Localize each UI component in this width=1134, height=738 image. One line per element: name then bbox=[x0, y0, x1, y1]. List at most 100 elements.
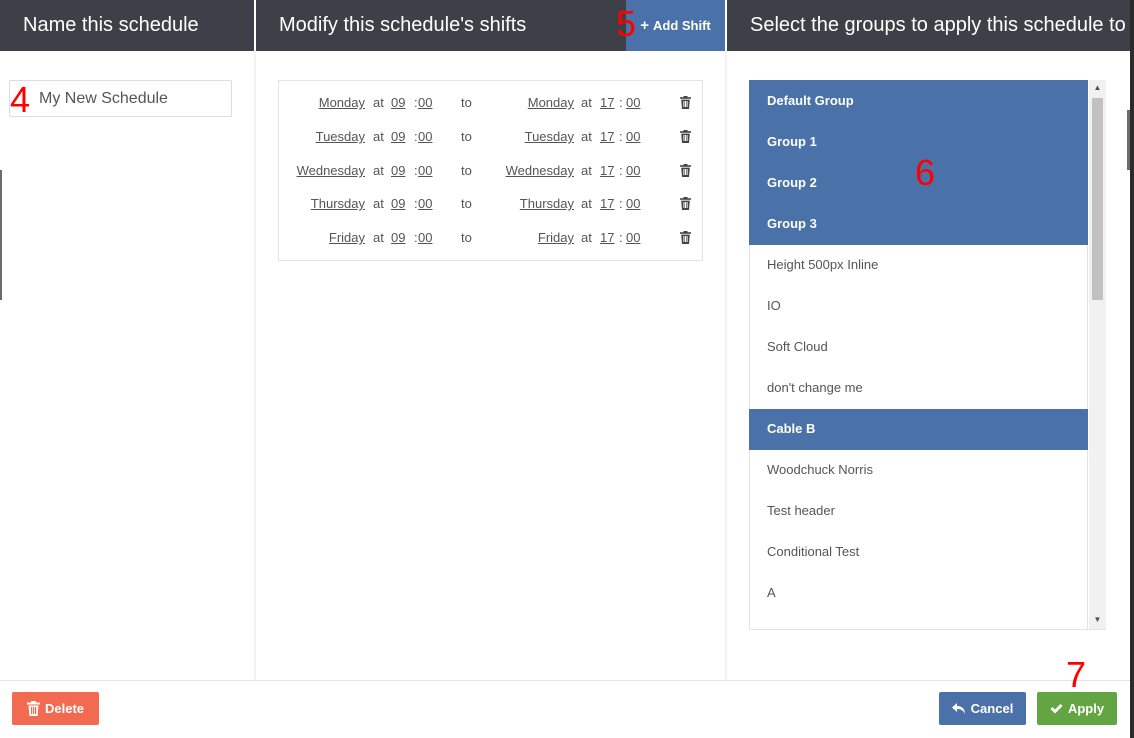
shift-to-label: to bbox=[461, 230, 472, 245]
shift-start-minute[interactable]: 00 bbox=[418, 230, 432, 245]
shift-at-label: at bbox=[373, 196, 384, 211]
shift-end-hour[interactable]: 17 bbox=[600, 95, 614, 110]
shift-to-label: to bbox=[461, 163, 472, 178]
shift-end-hour[interactable]: 17 bbox=[600, 196, 614, 211]
group-label: Group 2 bbox=[767, 175, 817, 190]
check-icon bbox=[1050, 703, 1063, 713]
shift-end-minute[interactable]: 00 bbox=[626, 129, 640, 144]
group-label: A bbox=[767, 585, 776, 600]
group-label: Soft Cloud bbox=[767, 339, 828, 354]
caret-up-icon[interactable]: ▲ bbox=[1089, 81, 1106, 95]
trash-icon[interactable] bbox=[680, 130, 691, 143]
group-list-item[interactable]: A bbox=[749, 573, 1088, 615]
add-shift-button[interactable]: + Add Shift bbox=[626, 0, 725, 51]
shift-start-minute[interactable]: 00 bbox=[418, 95, 432, 110]
step-annotation-7: 7 bbox=[1066, 654, 1087, 695]
cancel-button[interactable]: Cancel bbox=[939, 692, 1026, 725]
delete-label: Delete bbox=[44, 701, 85, 716]
apply-label: Apply bbox=[1067, 701, 1105, 716]
time-separator: : bbox=[619, 196, 623, 211]
group-label: don't change me bbox=[767, 380, 863, 395]
shift-to-label: to bbox=[461, 95, 472, 110]
shift-start-hour[interactable]: 09 bbox=[391, 196, 405, 211]
shift-end-minute[interactable]: 00 bbox=[626, 230, 640, 245]
group-list-item[interactable] bbox=[749, 614, 1088, 629]
trash-icon[interactable] bbox=[680, 197, 691, 210]
group-list-item[interactable]: Woodchuck Norris bbox=[749, 450, 1088, 492]
group-label: Height 500px Inline bbox=[767, 257, 879, 272]
shift-start-hour[interactable]: 09 bbox=[391, 129, 405, 144]
schedule-name-input[interactable] bbox=[9, 80, 232, 117]
undo-icon bbox=[951, 702, 965, 714]
shift-end-hour[interactable]: 17 bbox=[600, 163, 614, 178]
shift-start-minute[interactable]: 00 bbox=[418, 129, 432, 144]
group-list-item[interactable]: Default Group bbox=[749, 80, 1088, 122]
shift-at-label: at bbox=[373, 95, 384, 110]
group-label: IO bbox=[767, 298, 781, 313]
delete-button[interactable]: Delete bbox=[12, 692, 99, 725]
shift-row: Friday at 09:00 to Friday at 17:00 bbox=[279, 230, 702, 250]
shift-end-minute[interactable]: 00 bbox=[626, 95, 640, 110]
shift-start-day[interactable]: Friday bbox=[329, 230, 365, 245]
group-list-item[interactable]: Conditional Test bbox=[749, 532, 1088, 574]
name-column-header: Name this schedule bbox=[0, 0, 254, 51]
shift-end-minute[interactable]: 00 bbox=[626, 163, 640, 178]
shift-start-hour[interactable]: 09 bbox=[391, 95, 405, 110]
shift-start-hour[interactable]: 09 bbox=[391, 230, 405, 245]
group-list-item[interactable]: don't change me bbox=[749, 368, 1088, 410]
shift-to-label: to bbox=[461, 196, 472, 211]
shift-at-label: at bbox=[581, 196, 592, 211]
groups-column-title: Select the groups to apply this schedule… bbox=[750, 14, 1126, 36]
shift-at-label: at bbox=[373, 163, 384, 178]
group-label: Test header bbox=[767, 503, 835, 518]
group-list-item[interactable]: Soft Cloud bbox=[749, 327, 1088, 369]
shift-at-label: at bbox=[373, 129, 384, 144]
trash-icon bbox=[26, 701, 40, 716]
trash-icon[interactable] bbox=[680, 96, 691, 109]
shift-end-day[interactable]: Monday bbox=[528, 95, 574, 110]
group-list-item[interactable]: Height 500px Inline bbox=[749, 245, 1088, 287]
shift-start-minute[interactable]: 00 bbox=[418, 196, 432, 211]
group-list-item[interactable]: Test header bbox=[749, 491, 1088, 533]
shift-end-day[interactable]: Friday bbox=[538, 230, 574, 245]
shift-end-hour[interactable]: 17 bbox=[600, 129, 614, 144]
trash-icon[interactable] bbox=[680, 164, 691, 177]
groups-scrollbar-thumb[interactable] bbox=[1092, 98, 1103, 300]
group-label: Woodchuck Norris bbox=[767, 462, 873, 477]
shift-start-day[interactable]: Wednesday bbox=[297, 163, 365, 178]
shift-row: Wednesday at 09:00 to Wednesday at 17:00 bbox=[279, 163, 702, 183]
shift-at-label: at bbox=[581, 230, 592, 245]
group-label: Cable B bbox=[767, 421, 816, 436]
group-list-item[interactable]: Cable B bbox=[749, 409, 1088, 451]
group-list-item[interactable]: IO bbox=[749, 286, 1088, 328]
time-separator: : bbox=[619, 230, 623, 245]
shift-start-day[interactable]: Tuesday bbox=[316, 129, 365, 144]
shift-end-minute[interactable]: 00 bbox=[626, 196, 640, 211]
group-label: Group 3 bbox=[767, 216, 817, 231]
shift-end-day[interactable]: Tuesday bbox=[525, 129, 574, 144]
caret-down-icon[interactable]: ▼ bbox=[1089, 613, 1106, 627]
shift-start-minute[interactable]: 00 bbox=[418, 163, 432, 178]
shift-at-label: at bbox=[373, 230, 384, 245]
shift-at-label: at bbox=[581, 163, 592, 178]
group-label: Group 1 bbox=[767, 134, 817, 149]
group-list-item[interactable]: Group 3 bbox=[749, 204, 1088, 246]
plus-icon: + bbox=[640, 17, 649, 34]
apply-button[interactable]: Apply bbox=[1037, 692, 1117, 725]
groups-column-header: Select the groups to apply this schedule… bbox=[727, 0, 1130, 51]
trash-icon[interactable] bbox=[680, 231, 691, 244]
shift-start-hour[interactable]: 09 bbox=[391, 163, 405, 178]
shift-end-day[interactable]: Wednesday bbox=[506, 163, 574, 178]
shift-row: Thursday at 09:00 to Thursday at 17:00 bbox=[279, 196, 702, 216]
shifts-list: Monday at 09:00 to Monday at 17:00 Tuesday at 09:… bbox=[278, 80, 703, 261]
shift-start-day[interactable]: Monday bbox=[319, 95, 365, 110]
shift-at-label: at bbox=[581, 129, 592, 144]
group-label: Conditional Test bbox=[767, 544, 860, 559]
time-separator: : bbox=[619, 129, 623, 144]
shift-end-day[interactable]: Thursday bbox=[520, 196, 574, 211]
shifts-column-title: Modify this schedule's shifts bbox=[279, 14, 527, 36]
shift-end-hour[interactable]: 17 bbox=[600, 230, 614, 245]
group-label: Default Group bbox=[767, 93, 854, 108]
shift-start-day[interactable]: Thursday bbox=[311, 196, 365, 211]
step-annotation-5: 5 bbox=[616, 3, 637, 44]
